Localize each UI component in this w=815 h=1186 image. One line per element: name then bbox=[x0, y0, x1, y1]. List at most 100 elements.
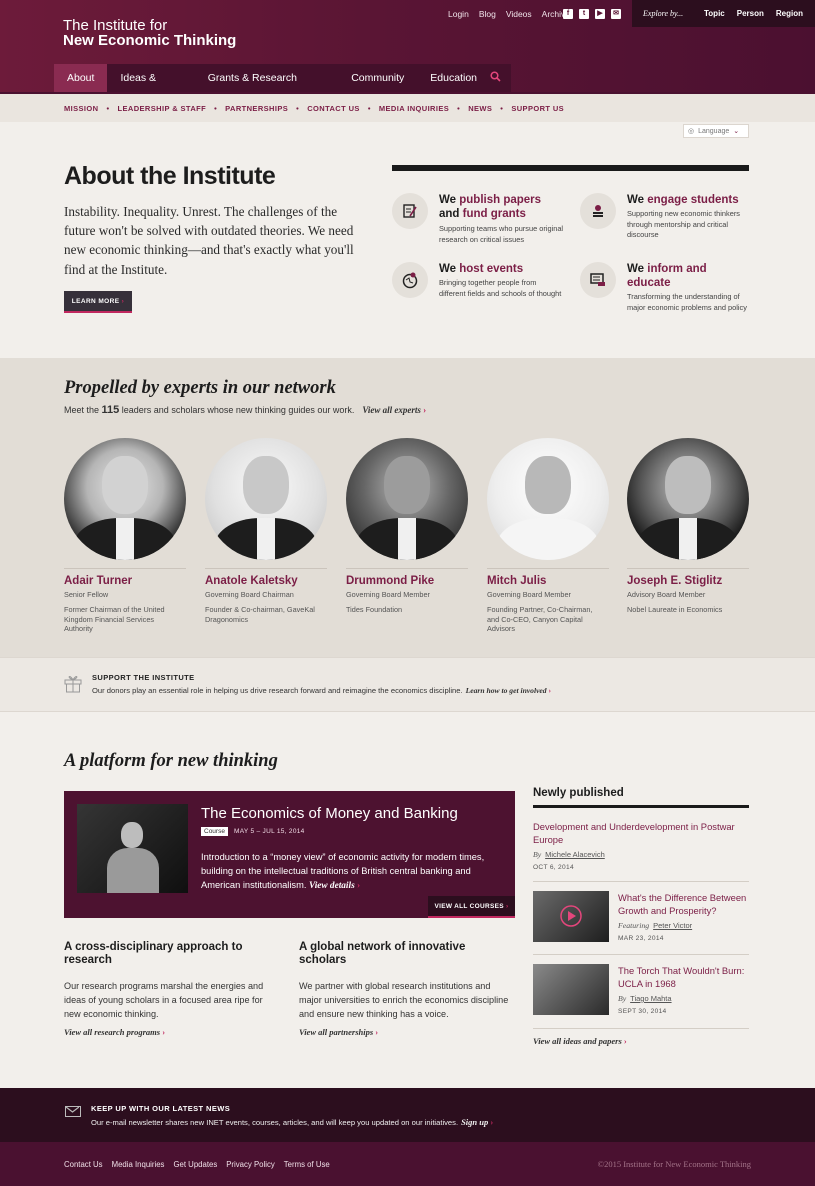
expert-desc: Nobel Laureate in Economics bbox=[627, 605, 723, 614]
subnav-leadership[interactable]: LEADERSHIP & STAFF bbox=[118, 104, 207, 113]
subnav-partnerships[interactable]: PARTNERSHIPS bbox=[225, 104, 288, 113]
explore-label: Explore by... bbox=[643, 9, 684, 18]
expert-name[interactable]: Mitch Julis bbox=[487, 575, 611, 587]
publication-thumbnail[interactable] bbox=[533, 964, 609, 1015]
expert-role: Governing Board Member bbox=[346, 590, 430, 599]
get-involved-link[interactable]: Learn how to get involved › bbox=[466, 686, 551, 695]
feature-desc: Supporting teams who pursue original res… bbox=[439, 224, 564, 244]
course-tag: Course bbox=[201, 827, 228, 836]
view-all-courses-button[interactable]: VIEW ALL COURSES › bbox=[428, 896, 515, 918]
course-title[interactable]: The Economics of Money and Banking bbox=[201, 805, 458, 822]
nav-community[interactable]: Community bbox=[338, 64, 417, 92]
publication-title[interactable]: The Torch That Wouldn't Burn: UCLA in 19… bbox=[618, 965, 749, 990]
expert-card[interactable]: Adair Turner Senior Fellow Former Chairm… bbox=[64, 438, 188, 634]
col-heading: A cross-disciplinary approach to researc… bbox=[64, 941, 243, 966]
feature-desc: Bringing together people from different … bbox=[439, 278, 562, 298]
explore-person[interactable]: Person bbox=[737, 9, 764, 18]
newsletter-text: Our e-mail newsletter shares new INET ev… bbox=[91, 1117, 494, 1127]
expert-name[interactable]: Anatole Kaletsky bbox=[205, 575, 329, 587]
publication-date: MAR 23, 2014 bbox=[618, 935, 664, 942]
subnav-mission[interactable]: MISSION bbox=[64, 104, 98, 113]
view-details-link[interactable]: View details › bbox=[309, 881, 360, 891]
publication-title[interactable]: Development and Underdevelopment in Post… bbox=[533, 821, 749, 846]
subnav-support[interactable]: SUPPORT US bbox=[511, 104, 564, 113]
subnav-contact[interactable]: CONTACT US bbox=[307, 104, 360, 113]
support-text: Our donors play an essential role in hel… bbox=[92, 686, 552, 695]
util-blog[interactable]: Blog bbox=[479, 9, 496, 19]
expert-role: Governing Board Chairman bbox=[205, 590, 294, 599]
nav-ideas-papers[interactable]: Ideas & Papers bbox=[107, 64, 194, 112]
footer-privacy[interactable]: Privacy Policy bbox=[226, 1160, 275, 1169]
expert-name[interactable]: Adair Turner bbox=[64, 575, 188, 587]
facebook-icon[interactable]: f bbox=[563, 9, 573, 19]
expert-role: Advisory Board Member bbox=[627, 590, 706, 599]
util-login[interactable]: Login bbox=[448, 9, 469, 19]
feature-title: We publish papers and fund grants bbox=[439, 194, 542, 220]
explore-topic[interactable]: Topic bbox=[704, 9, 725, 18]
research-col: A cross-disciplinary approach to researc… bbox=[64, 941, 274, 1037]
explore-region[interactable]: Region bbox=[776, 9, 803, 18]
expert-card[interactable]: Joseph E. Stiglitz Advisory Board Member… bbox=[627, 438, 751, 615]
course-desc: Introduction to a “money view” of econom… bbox=[201, 852, 485, 891]
site-header: The Institute for New Economic Thinking … bbox=[0, 0, 815, 112]
view-partnerships-link[interactable]: View all partnerships › bbox=[299, 1027, 509, 1037]
expert-name[interactable]: Joseph E. Stiglitz bbox=[627, 575, 751, 587]
expert-card[interactable]: Mitch Julis Governing Board Member Found… bbox=[487, 438, 611, 634]
expert-photo bbox=[487, 438, 609, 560]
experts-title: Propelled by experts in our network bbox=[64, 378, 336, 398]
newly-title: Newly published bbox=[533, 787, 624, 799]
footer-updates[interactable]: Get Updates bbox=[173, 1160, 217, 1169]
subnav-media[interactable]: MEDIA INQUIRIES bbox=[379, 104, 449, 113]
expert-desc: Tides Foundation bbox=[346, 605, 403, 614]
explore-bar: Explore by... Topic Person Region bbox=[632, 0, 815, 27]
feature-bar bbox=[392, 165, 749, 171]
featured-course[interactable]: The Economics of Money and Banking Cours… bbox=[64, 791, 515, 918]
col-text: We partner with global research institut… bbox=[299, 981, 509, 1019]
twitter-icon[interactable]: t bbox=[579, 9, 589, 19]
globe-pin-icon bbox=[392, 262, 428, 298]
page-title: About the Institute bbox=[64, 162, 276, 190]
video-thumbnail[interactable] bbox=[533, 891, 609, 942]
col-text: Our research programs marshal the energi… bbox=[64, 981, 264, 1019]
publication-item[interactable]: What's the Difference Between Growth and… bbox=[533, 882, 749, 955]
view-all-experts-link[interactable]: View all experts › bbox=[362, 405, 426, 415]
footer-contact[interactable]: Contact Us bbox=[64, 1160, 103, 1169]
course-thumbnail[interactable] bbox=[77, 804, 188, 893]
newly-published: Newly published Development and Underdev… bbox=[533, 787, 749, 1046]
feature-title: We inform and educate bbox=[627, 263, 707, 289]
footer-media[interactable]: Media Inquiries bbox=[112, 1160, 165, 1169]
expert-card[interactable]: Anatole Kaletsky Governing Board Chairma… bbox=[205, 438, 329, 624]
nav-about[interactable]: About bbox=[54, 64, 108, 92]
nav-education[interactable]: Education bbox=[417, 64, 490, 92]
publication-title[interactable]: What's the Difference Between Growth and… bbox=[618, 892, 749, 917]
about-section: About the Institute Instability. Inequal… bbox=[0, 122, 815, 358]
expert-desc: Former Chairman of the United Kingdom Fi… bbox=[64, 605, 165, 633]
publication-item[interactable]: The Torch That Wouldn't Burn: UCLA in 19… bbox=[533, 955, 749, 1029]
search-icon[interactable] bbox=[490, 71, 501, 85]
view-all-ideas-link[interactable]: View all ideas and papers › bbox=[533, 1036, 749, 1046]
presentation-icon bbox=[580, 262, 616, 298]
util-videos[interactable]: Videos bbox=[506, 9, 532, 19]
footer-terms[interactable]: Terms of Use bbox=[284, 1160, 330, 1169]
col-heading: A global network of innovative scholars bbox=[299, 941, 466, 966]
publication-item[interactable]: Development and Underdevelopment in Post… bbox=[533, 808, 749, 882]
learn-more-button[interactable]: LEARN MORE › bbox=[64, 291, 132, 313]
nav-grants[interactable]: Grants & Research Programs bbox=[195, 64, 338, 112]
publication-date: OCT 6, 2014 bbox=[533, 864, 574, 871]
copyright: ©2015 Institute for New Economic Thinkin… bbox=[597, 1159, 751, 1169]
platform-title: A platform for new thinking bbox=[64, 751, 278, 771]
subnav-news[interactable]: NEWS bbox=[468, 104, 492, 113]
main-nav: About Ideas & Papers Grants & Research P… bbox=[54, 64, 511, 112]
site-logo[interactable]: The Institute for New Economic Thinking bbox=[63, 18, 236, 48]
email-icon[interactable]: ✉ bbox=[611, 9, 621, 19]
network-col: A global network of innovative scholars … bbox=[299, 941, 509, 1037]
expert-desc: Founder & Co-chairman, GaveKal Dragonomi… bbox=[205, 605, 315, 624]
publication-author: By Tiago Mahta bbox=[618, 994, 672, 1003]
expert-desc: Founding Partner, Co-Chairman, and Co-CE… bbox=[487, 605, 593, 633]
sign-up-link[interactable]: Sign up › bbox=[461, 1117, 493, 1127]
expert-name[interactable]: Drummond Pike bbox=[346, 575, 470, 587]
youtube-icon[interactable]: ▶ bbox=[595, 9, 605, 19]
view-research-link[interactable]: View all research programs › bbox=[64, 1027, 274, 1037]
logo-line-1: The Institute for bbox=[63, 17, 168, 34]
expert-card[interactable]: Drummond Pike Governing Board Member Tid… bbox=[346, 438, 470, 615]
